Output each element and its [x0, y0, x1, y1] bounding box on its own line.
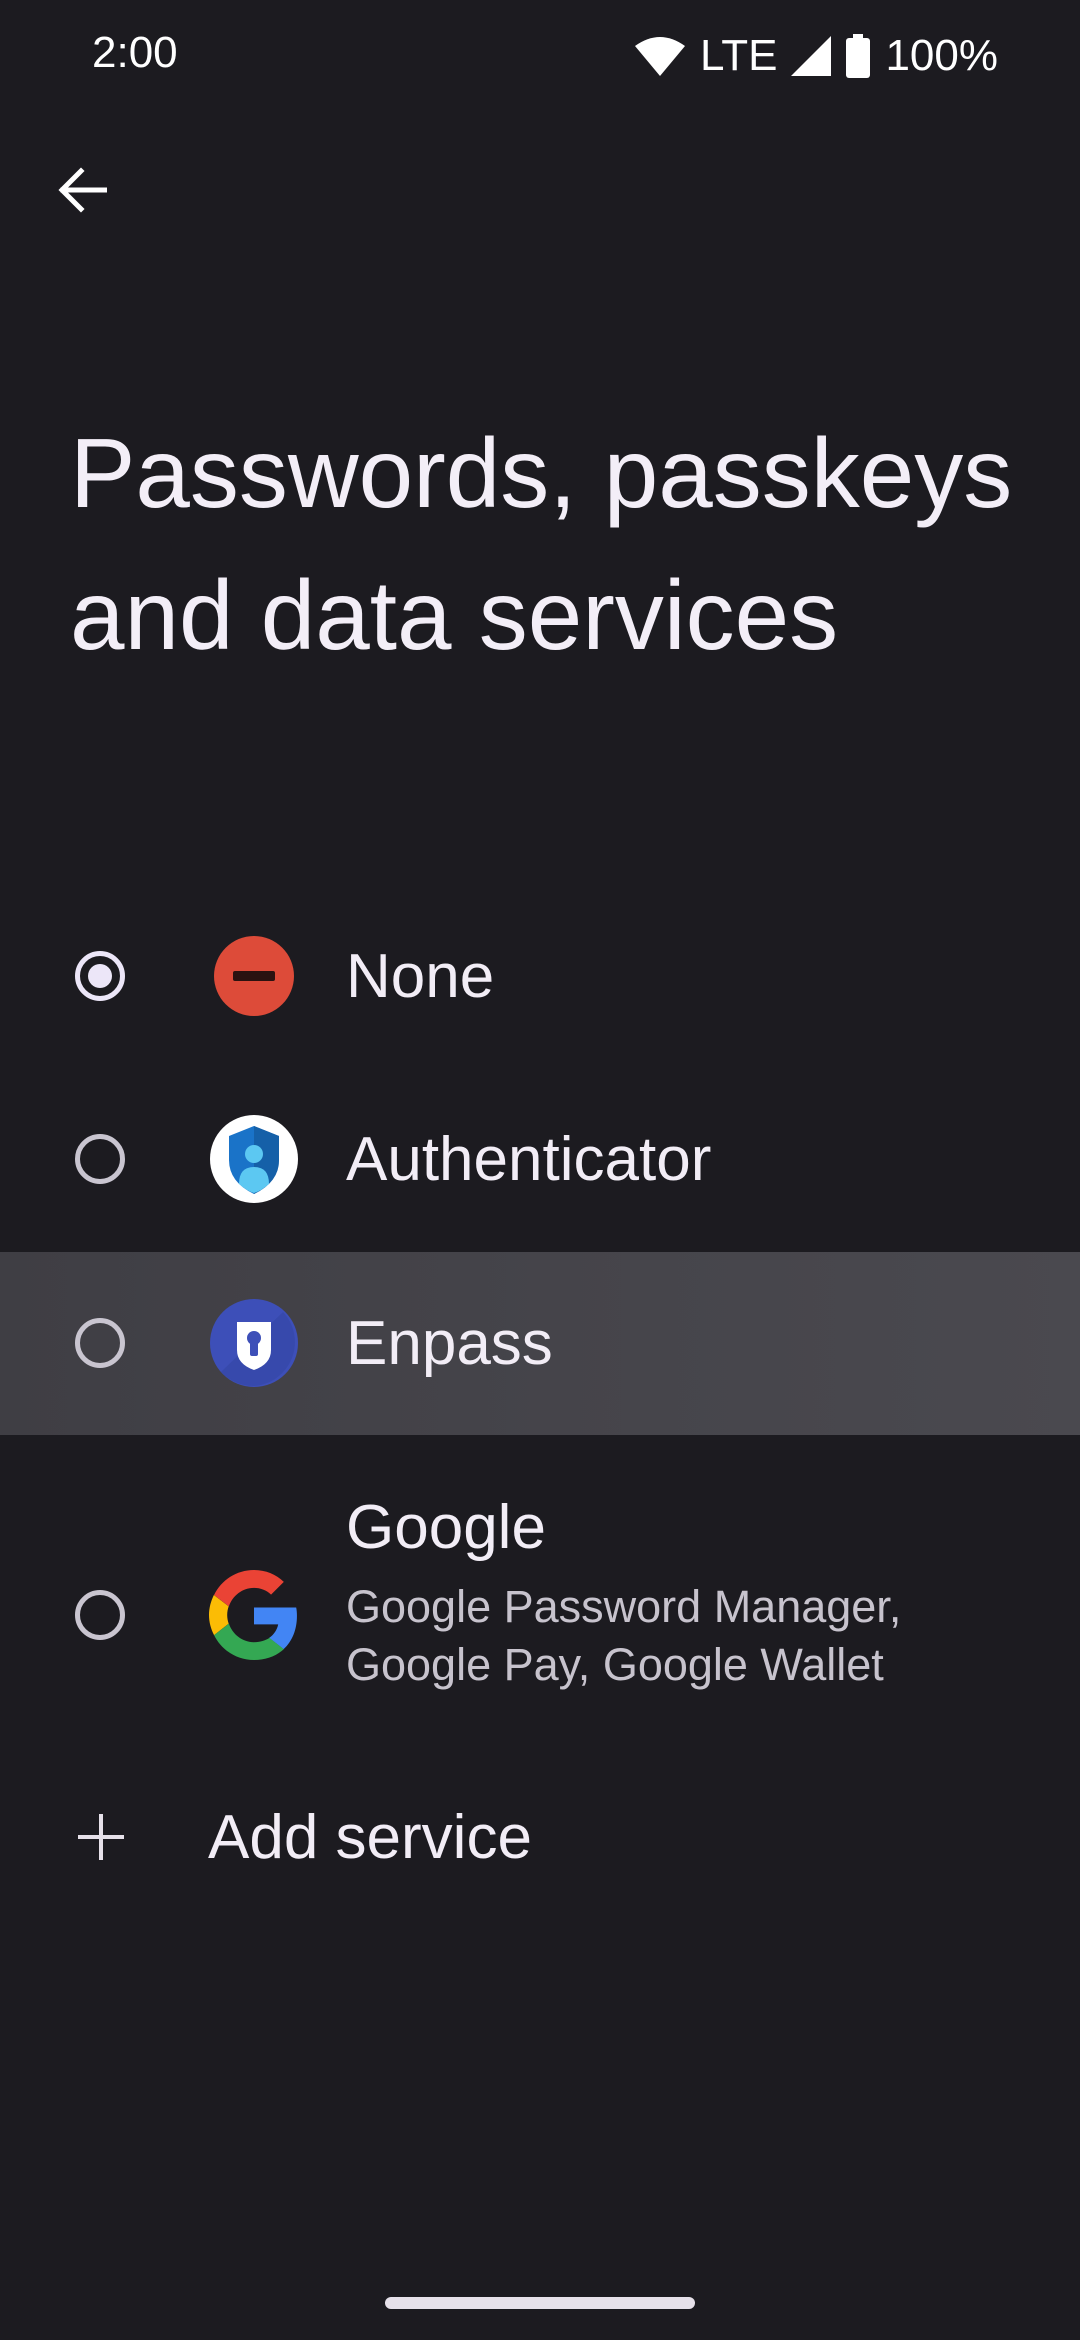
plus-icon	[76, 1812, 126, 1862]
battery-level: 100%	[885, 31, 998, 80]
add-service-button[interactable]: Add service	[0, 1782, 1080, 1892]
arrow-back-icon	[57, 166, 108, 218]
option-label-enpass: Enpass	[346, 1309, 553, 1378]
add-service-label: Add service	[208, 1803, 532, 1872]
option-label-google: Google	[346, 1493, 546, 1562]
status-time: 2:00	[92, 28, 178, 77]
status-bar: 2:00 LTE 100%	[0, 0, 1080, 110]
option-label-none: None	[346, 942, 495, 1011]
network-type: LTE	[700, 31, 778, 80]
back-button[interactable]	[40, 150, 124, 234]
option-none[interactable]: None	[0, 915, 1080, 1037]
status-icons: LTE 100%	[634, 26, 998, 86]
battery-icon	[845, 34, 871, 78]
option-authenticator[interactable]: Authenticator	[0, 1098, 1080, 1220]
enpass-app-icon	[209, 1298, 299, 1388]
wifi-icon	[634, 36, 686, 76]
option-google[interactable]: Google Google Password Manager, Google P…	[0, 1470, 1080, 1710]
authenticator-app-icon	[209, 1114, 299, 1204]
radio-authenticator[interactable]	[75, 1134, 125, 1184]
radio-google[interactable]	[75, 1590, 125, 1640]
home-indicator[interactable]	[385, 2297, 695, 2309]
option-label-authenticator: Authenticator	[346, 1125, 712, 1194]
radio-enpass[interactable]	[75, 1318, 125, 1368]
google-app-icon	[209, 1570, 299, 1660]
option-enpass[interactable]: Enpass	[0, 1252, 1080, 1435]
page-title: Passwords, passkeys and data services	[70, 418, 1013, 670]
option-subtitle-google: Google Password Manager, Google Pay, Goo…	[346, 1581, 902, 1690]
signal-icon	[791, 36, 832, 76]
remove-circle-icon	[209, 931, 299, 1021]
radio-none[interactable]	[75, 951, 125, 1001]
